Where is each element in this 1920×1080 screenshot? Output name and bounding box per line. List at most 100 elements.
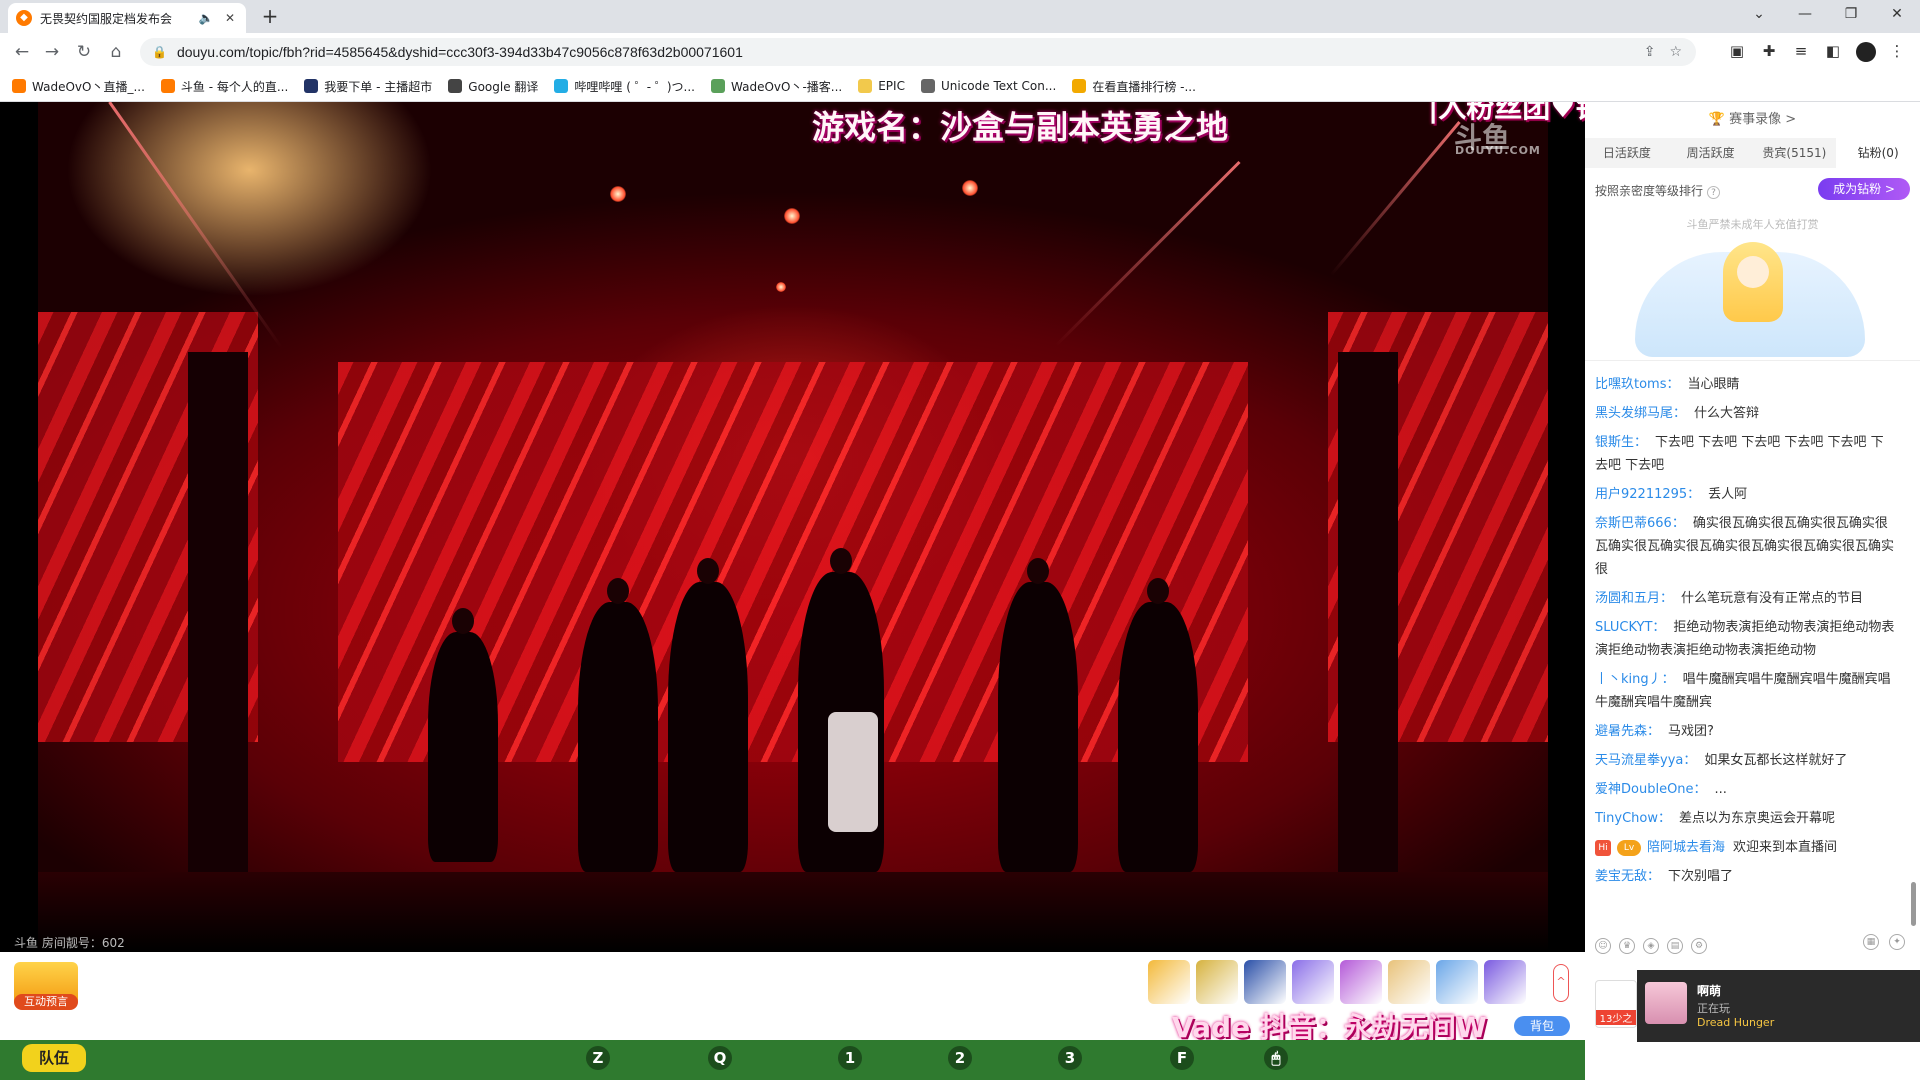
match-record-link[interactable]: 🏆 赛事录像 >: [1585, 108, 1920, 127]
mute-icon[interactable]: ▤: [1667, 938, 1683, 954]
chat-username[interactable]: 陪阿城去看海: [1647, 840, 1725, 855]
speaker-icon[interactable]: 🔈: [198, 11, 214, 25]
back-icon[interactable]: ←: [10, 40, 34, 64]
chat-message: TinyChow： 差点以为东京奥运会开幕呢: [1585, 804, 1905, 833]
reload-icon[interactable]: ↻: [72, 40, 96, 64]
tab-close-icon[interactable]: ✕: [222, 11, 238, 25]
gift-item[interactable]: [1148, 960, 1190, 1004]
close-window-icon[interactable]: ✕: [1874, 0, 1920, 28]
bookmark-item[interactable]: Google 翻译: [448, 78, 538, 95]
pin-icon[interactable]: ✦: [1889, 934, 1905, 950]
now-playing-status: 正在玩: [1697, 1002, 1730, 1015]
extensions-puzzle-icon[interactable]: ✚: [1760, 42, 1778, 66]
bookmark-label: 哔哩哔哩 ( ゜- ゜)つ...: [574, 79, 695, 94]
gift-item[interactable]: [1484, 960, 1526, 1004]
gift-item[interactable]: [1436, 960, 1478, 1004]
hud-key-z: Z: [586, 1046, 610, 1070]
fan-badge-icon[interactable]: ◈: [1643, 938, 1659, 954]
tab-weekly-activity[interactable]: 周活跃度: [1669, 138, 1753, 168]
expand-gifts-button[interactable]: ^: [1553, 964, 1569, 1002]
bookmark-item[interactable]: WadeOvO丶直播_...: [12, 78, 145, 95]
game-name-overlay: 游戏名：沙盒与副本英勇之地: [812, 108, 1229, 146]
chat-message: Hi Lv 陪阿城去看海 欢迎来到本直播间: [1585, 833, 1905, 862]
chat-scrollbar[interactable]: [1911, 882, 1916, 926]
chat-message: 汤圆和五月： 什么笔玩意有没有正常点的节目: [1585, 584, 1905, 613]
concert-stage-image: [38, 102, 1548, 952]
chat-username[interactable]: 银斯生：: [1595, 435, 1647, 450]
lock-icon[interactable]: 🔒: [152, 45, 167, 59]
chat-username[interactable]: 用户92211295：: [1595, 487, 1700, 502]
share-icon[interactable]: ⇪: [1644, 44, 1656, 60]
chat-text: 什么笔玩意有没有正常点的节目: [1681, 591, 1864, 606]
chat-username[interactable]: 姜宝无敌：: [1595, 869, 1660, 884]
now-playing-card[interactable]: 啊萌 正在玩 Dread Hunger: [1637, 970, 1920, 1042]
emoji-icon[interactable]: ☺: [1595, 938, 1611, 954]
forward-icon[interactable]: →: [40, 40, 64, 64]
bookmark-item[interactable]: 我要下单 - 主播超市: [304, 78, 432, 95]
reading-list-icon[interactable]: ≡: [1792, 42, 1810, 66]
tab-diamond-fans[interactable]: 钻粉(0): [1836, 138, 1920, 168]
minor-notice: 斗鱼严禁未成年人充值打赏: [1686, 218, 1819, 231]
page-content: 游戏名：沙盒与副本英勇之地 |入粉丝团♥钻粉加主播进 斗鱼 DOUYU.COM …: [0, 102, 1920, 1080]
bookmark-label: 我要下单 - 主播超市: [324, 79, 433, 94]
help-icon[interactable]: ?: [1707, 186, 1721, 199]
settings-icon[interactable]: ⚙: [1691, 938, 1707, 954]
chat-username[interactable]: 避暑先森：: [1595, 724, 1660, 739]
minimize-icon[interactable]: —: [1782, 0, 1828, 28]
home-icon[interactable]: ⌂: [104, 40, 128, 64]
profile-avatar[interactable]: [1856, 42, 1876, 66]
crown-icon[interactable]: ♛: [1619, 938, 1635, 954]
menu-kebab-icon[interactable]: ⋮: [1888, 42, 1906, 66]
chat-message: 天马流星拳yya： 如果女瓦都长这样就好了: [1585, 746, 1905, 775]
chat-username[interactable]: TinyChow：: [1595, 811, 1671, 826]
become-diamond-fan-button[interactable]: 成为钻粉 >: [1818, 178, 1910, 200]
chat-username[interactable]: 丨丶king丿：: [1595, 672, 1675, 687]
tab-daily-activity[interactable]: 日活跃度: [1585, 138, 1669, 168]
bookmark-label: EPIC: [878, 79, 905, 93]
bottom-card: 13少之 啊萌 正在玩 Dread Hunger: [1585, 970, 1920, 1080]
tab-vip[interactable]: 贵宾(5151): [1753, 138, 1837, 168]
chat-message: 比嘿玖toms： 当心眼睛: [1585, 370, 1905, 399]
browser-tab[interactable]: ◆ 无畏契约国服定档发布会 🔈 ✕: [8, 3, 246, 33]
video-player[interactable]: 游戏名：沙盒与副本英勇之地 |入粉丝团♥钻粉加主播进 斗鱼 DOUYU.COM …: [0, 102, 1585, 952]
bookmark-star-icon[interactable]: ☆: [1669, 44, 1682, 60]
gift-item[interactable]: [1196, 960, 1238, 1004]
hud-key-1: 1: [838, 1046, 862, 1070]
chat-username[interactable]: 奈斯巴蒂666：: [1595, 516, 1685, 531]
bookmark-item[interactable]: WadeOvO丶-播客...: [711, 78, 842, 95]
gift-item[interactable]: [1388, 960, 1430, 1004]
gift-bar: 互动预言 ^ Vade 抖音：永劫无间W 背包: [0, 952, 1585, 1044]
new-tab-button[interactable]: +: [258, 5, 282, 29]
chat-message: 银斯生： 下去吧 下去吧 下去吧 下去吧 下去吧 下去吧 下去吧: [1585, 428, 1905, 480]
tab-title: 无畏契约国服定档发布会: [40, 11, 173, 26]
gift-item[interactable]: [1292, 960, 1334, 1004]
bookmark-item[interactable]: 斗鱼 - 每个人的直...: [160, 78, 289, 95]
address-bar[interactable]: 🔒 douyu.com/topic/fbh?rid=4585645&dyshid…: [140, 38, 1696, 66]
bookmark-item[interactable]: EPIC: [858, 79, 905, 93]
tab-search-icon[interactable]: ⌄: [1736, 0, 1782, 28]
clear-screen-icon[interactable]: ▦: [1863, 934, 1879, 950]
chat-username[interactable]: 汤圆和五月：: [1595, 591, 1673, 606]
gift-item[interactable]: [1244, 960, 1286, 1004]
chat-username[interactable]: 黑头发绑马尾：: [1595, 406, 1686, 421]
now-playing-name: 啊萌: [1697, 984, 1722, 998]
bookmark-item[interactable]: 哔哩哔哩 ( ゜- ゜)つ...: [554, 78, 695, 95]
bookmark-label: 斗鱼 - 每个人的直...: [180, 79, 289, 94]
hi-badge-icon: Hi: [1595, 839, 1611, 856]
chat-username[interactable]: 爱神DoubleOne：: [1595, 782, 1707, 797]
extension-app-icon[interactable]: ▣: [1728, 42, 1746, 66]
backpack-button[interactable]: 背包: [1514, 1016, 1570, 1036]
bookmark-item[interactable]: Unicode Text Con...: [920, 79, 1056, 93]
chat-username[interactable]: 比嘿玖toms：: [1595, 377, 1680, 392]
side-panel-icon[interactable]: ◧: [1824, 42, 1842, 66]
bookmark-favicon-icon: [1072, 79, 1087, 93]
bookmark-item[interactable]: 在看直播排行榜 -...: [1072, 78, 1196, 95]
restore-icon[interactable]: ❐: [1828, 0, 1874, 28]
rank-mini-badge[interactable]: 13少之: [1595, 980, 1637, 1028]
chat-message: 丨丶king丿： 唱牛魔酬宾唱牛魔酬宾唱牛魔酬宾唱牛魔酬宾唱牛魔酬宾: [1585, 665, 1905, 717]
chat-username[interactable]: 天马流星拳yya：: [1595, 753, 1696, 768]
interactive-prediction-button[interactable]: 互动预言: [14, 962, 78, 1010]
chat-username[interactable]: SLUCKYT：: [1595, 620, 1665, 635]
rank-tabs: 日活跃度 周活跃度 贵宾(5151) 钻粉(0): [1585, 138, 1920, 168]
gift-item[interactable]: [1340, 960, 1382, 1004]
